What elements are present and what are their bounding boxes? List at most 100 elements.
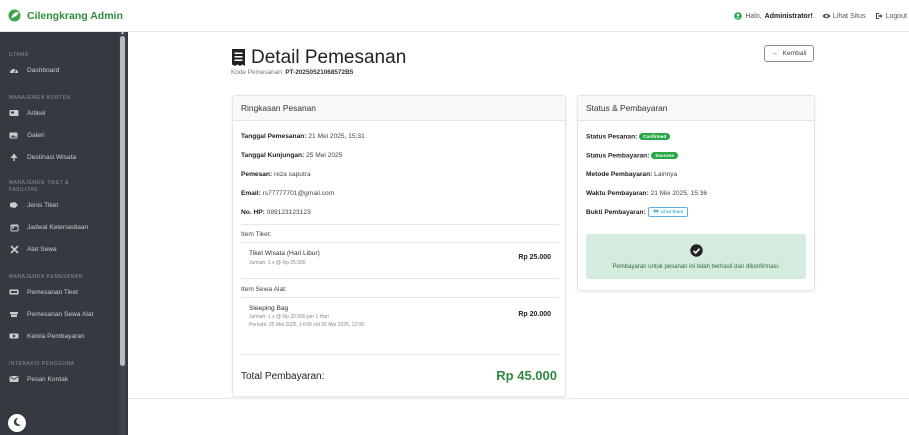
payment-proof-row: Bukti Pembayaran: Lihat Bukti xyxy=(586,207,688,217)
ticket-item-detail: Jumlah: 1 x @ Rp 25.000 xyxy=(249,260,306,266)
order-date-row: Tanggal Pemesanan: 21 Mei 2025, 15:31 xyxy=(241,133,365,140)
status-payment-header: Status & Pembayaran xyxy=(578,96,814,121)
sidebar-item-jenis-tiket[interactable]: Jenis Tiket xyxy=(0,194,119,216)
receipt-icon xyxy=(9,287,19,297)
divider xyxy=(241,278,559,279)
envelope-icon xyxy=(9,374,19,384)
receipt-icon xyxy=(231,48,246,69)
sidebar-item-dashboard[interactable]: Dashboard xyxy=(0,59,119,81)
ticket-item-price: Rp 25.000 xyxy=(518,254,551,261)
check-circle-icon xyxy=(689,243,703,259)
sidebar-item-pemesanan-sewa[interactable]: Pemesanan Sewa Alat xyxy=(0,303,119,325)
total-label: Total Pembayaran: xyxy=(241,371,325,382)
sidebar-section-title: MANAJEMEN KONTEN xyxy=(9,95,71,101)
divider xyxy=(241,242,559,243)
sidebar-item-label: Pemesanan Sewa Alat xyxy=(27,310,94,318)
money-icon xyxy=(9,331,19,341)
logout-label: Logout xyxy=(885,12,907,20)
brand-name: Cilengkrang Admin xyxy=(27,9,123,22)
customer-label: Pemesan: xyxy=(241,171,273,178)
sidebar-item-jadwal[interactable]: Jadwal Ketersediaan xyxy=(0,216,119,238)
sidebar: UTAMA Dashboard MANAJEMEN KONTEN Artikel… xyxy=(0,32,128,435)
sidebar-item-label: Destinasi Wisata xyxy=(27,153,77,161)
main-content: Detail Pemesanan Kode Pemesanan: PT-2025… xyxy=(128,32,909,435)
rentals-heading: Item Sewa Alat: xyxy=(241,286,287,293)
sidebar-item-galeri[interactable]: Galeri xyxy=(0,124,119,146)
sidebar-menu: UTAMA Dashboard MANAJEMEN KONTEN Artikel… xyxy=(0,52,119,390)
ticket-item-name: Tiket Wisata (Hari Libur) xyxy=(249,250,320,257)
payment-time-value: 21 Mei 2025, 15:36 xyxy=(650,190,708,197)
rental-item-price: Rp 20.000 xyxy=(518,311,551,318)
order-date-value: 21 Mei 2025, 15:31 xyxy=(308,133,365,140)
payment-method-row: Metode Pembayaran: Lainnya xyxy=(586,171,677,178)
ticket-icon xyxy=(9,200,19,210)
booking-code-value: PT-20250521068572B5 xyxy=(285,69,354,76)
email-row: Email: rs77777701@gmail.com xyxy=(241,190,334,197)
payment-proof-label: Bukti Pembayaran: xyxy=(586,208,646,216)
tree-icon xyxy=(9,152,19,162)
email-label: Email: xyxy=(241,190,261,197)
divider xyxy=(241,354,559,355)
page-title: Detail Pemesanan xyxy=(231,47,406,69)
sidebar-section-title: MANAJEMEN TIKET & FASILITAS xyxy=(9,180,69,193)
calendar-icon xyxy=(9,222,19,232)
payment-time-label: Waktu Pembayaran: xyxy=(586,190,649,197)
visit-date-label: Tanggal Kunjungan: xyxy=(241,152,305,159)
sidebar-item-label: Kelola Pembayaran xyxy=(27,332,85,340)
order-status-row: Status Pesanan: Confirmed xyxy=(586,133,671,141)
booking-code: Kode Pemesanan: PT-20250521068572B5 xyxy=(231,69,353,76)
greeting-prefix: Halo, xyxy=(745,12,762,20)
customer-value: reza saputra xyxy=(274,171,311,178)
payment-time-row: Waktu Pembayaran: 21 Mei 2025, 15:36 xyxy=(586,190,707,197)
ticket-item: Tiket Wisata (Hari Libur) Jumlah: 1 x @ … xyxy=(241,246,559,274)
order-status-label: Status Pesanan: xyxy=(586,133,638,141)
user-greeting[interactable]: Halo, Administrator! xyxy=(734,12,813,20)
order-summary-header: Ringkasan Pesanan xyxy=(233,96,565,121)
visit-date-row: Tanggal Kunjungan: 25 Mei 2025 xyxy=(241,152,342,159)
sidebar-section-title: MANAJEMEN PEMESANAN xyxy=(9,274,83,280)
phone-label: No. HP: xyxy=(241,209,265,216)
theme-toggle-button[interactable] xyxy=(8,414,26,432)
user-circle-icon xyxy=(734,12,743,20)
sidebar-section-title: INTERAKSI PENGGUNA xyxy=(9,361,75,367)
email-value: rs77777701@gmail.com xyxy=(262,190,335,197)
sidebar-scrollbar-thumb[interactable] xyxy=(120,36,125,366)
divider xyxy=(241,297,559,298)
sidebar-item-artikel[interactable]: Artikel xyxy=(0,102,119,124)
payment-status-badge: Success xyxy=(651,152,678,159)
total-value: Rp 45.000 xyxy=(496,368,557,383)
sidebar-item-kelola-pembayaran[interactable]: Kelola Pembayaran xyxy=(0,325,119,347)
view-site-link[interactable]: Lihat Situs xyxy=(822,12,866,20)
sidebar-item-label: Dashboard xyxy=(27,66,60,74)
tickets-heading: Item Tiket: xyxy=(241,231,272,238)
logout-link[interactable]: Logout xyxy=(875,12,907,20)
customer-row: Pemesan: reza saputra xyxy=(241,171,311,178)
sign-out-icon xyxy=(875,12,883,20)
box-icon xyxy=(9,309,19,319)
sidebar-item-label: Alat Sewa xyxy=(27,245,57,253)
payment-success-alert: Pembayaran untuk pesanan ini telah berha… xyxy=(586,234,806,279)
back-button[interactable]: ← Kembali xyxy=(764,45,815,62)
payment-status-label: Status Pembayaran: xyxy=(586,152,650,160)
phone-row: No. HP: 089123123123 xyxy=(241,209,311,216)
sidebar-item-label: Jenis Tiket xyxy=(27,201,59,209)
footer-divider xyxy=(128,398,909,399)
view-proof-button[interactable]: Lihat Bukti xyxy=(647,207,688,217)
sidebar-item-alat-sewa[interactable]: Alat Sewa xyxy=(0,238,119,260)
payment-method-value: Lainnya xyxy=(654,171,678,178)
moon-icon xyxy=(12,417,22,429)
sidebar-item-pesan-kontak[interactable]: Pesan Kontak xyxy=(0,368,119,390)
eye-icon xyxy=(822,12,831,20)
brand[interactable]: Cilengkrang Admin xyxy=(0,9,123,22)
sidebar-item-label: Artikel xyxy=(27,109,46,117)
order-status-badge: Confirmed xyxy=(639,133,671,140)
sidebar-item-destinasi[interactable]: Destinasi Wisata xyxy=(0,146,119,168)
sidebar-section-title: UTAMA xyxy=(9,52,29,58)
sidebar-item-label: Pemesanan Tiket xyxy=(27,288,78,296)
payment-status-row: Status Pembayaran: Success xyxy=(586,152,678,159)
arrow-left-icon: ← xyxy=(772,50,779,57)
sidebar-item-pemesanan-tiket[interactable]: Pemesanan Tiket xyxy=(0,281,119,303)
order-date-label: Tanggal Pemesanan: xyxy=(241,133,307,140)
scroll-up-icon[interactable]: ▲ xyxy=(119,32,126,36)
payment-success-text: Pembayaran untuk pesanan ini telah berha… xyxy=(612,263,780,270)
